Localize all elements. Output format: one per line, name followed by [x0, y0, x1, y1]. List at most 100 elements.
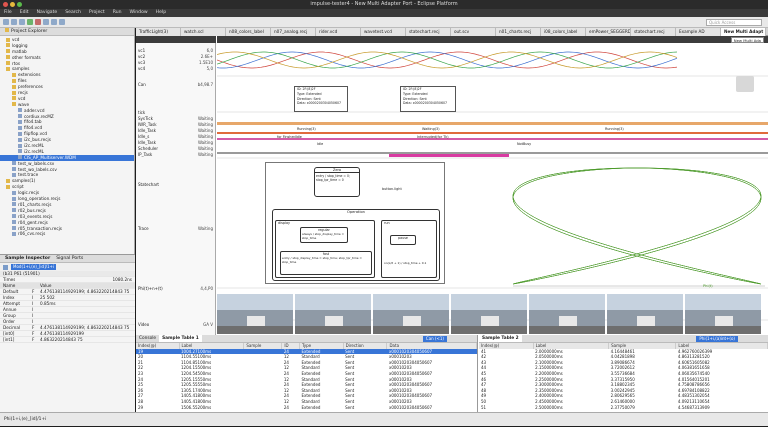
folder-icon	[12, 84, 16, 89]
close-window-button[interactable]	[3, 2, 8, 7]
editor-tab[interactable]: TrafficLight(3)	[136, 28, 181, 36]
signal-label[interactable]: vc2	[138, 54, 145, 59]
quick-access-input[interactable]: Quick Access	[706, 19, 762, 26]
signal-label[interactable]: Scheduler	[138, 146, 158, 151]
editor-tab[interactable]: n08_colors_label	[226, 28, 271, 36]
save-icon[interactable]	[11, 19, 17, 25]
run-icon[interactable]	[27, 19, 33, 25]
file-icon	[12, 208, 16, 213]
minimize-window-button[interactable]	[10, 2, 15, 7]
search-icon[interactable]	[43, 19, 49, 25]
tab-signal-ports[interactable]: Signal Ports	[56, 255, 83, 262]
editor-tab[interactable]: i08_colors_label	[541, 28, 586, 36]
editor-tab[interactable]: statechart.recj	[406, 28, 451, 36]
editor-tab[interactable]: rider.vcd	[316, 28, 361, 36]
tree-item[interactable]: r06_cvs.recjs	[0, 231, 134, 237]
signal-label[interactable]: Idle_s	[138, 134, 149, 139]
editor-tab[interactable]: out.scv	[451, 28, 496, 36]
editor-tab[interactable]: wavetest.vcd	[361, 28, 406, 36]
print-icon[interactable]	[19, 19, 25, 25]
table-row[interactable]: 23 1204.54500ms 24 Extended Sent x00010203040…	[136, 371, 477, 377]
new-icon[interactable]	[3, 19, 9, 25]
editor-tab[interactable]: watch.scl	[181, 28, 226, 36]
signal-label[interactable]: Phi(t)+n+(t)	[138, 286, 163, 291]
editor-tab[interactable]: statechart.recj	[631, 28, 676, 36]
menu-project[interactable]: Project	[89, 9, 105, 17]
table2-selector[interactable]: Phi(1+i,(a)int+(o)	[696, 335, 738, 342]
video-frame-car	[637, 316, 655, 326]
gantt-label: for FinshedIdle	[277, 135, 302, 139]
signal-label[interactable]: tick	[138, 110, 145, 115]
tab-console[interactable]: Console	[136, 335, 159, 342]
menu-file[interactable]: File	[4, 9, 12, 17]
signal-label[interactable]: Idle_Task	[138, 128, 156, 133]
file-icon	[12, 190, 16, 195]
signal-label[interactable]: SysTick	[138, 116, 153, 121]
signal-label[interactable]: IWR_Task	[138, 122, 157, 127]
menu-window[interactable]: Window	[130, 9, 148, 17]
menu-run[interactable]: Run	[113, 9, 122, 17]
folder-icon	[12, 102, 16, 107]
signal-label[interactable]: Can	[138, 82, 146, 87]
editor-tab[interactable]: n07_analog.recj	[271, 28, 316, 36]
table-cell	[244, 405, 282, 411]
forward-icon[interactable]	[59, 19, 65, 25]
table1-selector[interactable]: Can (<1)	[422, 335, 447, 342]
inspector-selector[interactable]: Mod(1+i,(e)_[id]/1+i	[11, 264, 56, 270]
pin-icon[interactable]	[3, 264, 8, 270]
editor-tab[interactable]: emPower_SEGGERD	[586, 28, 631, 36]
menu-navigate[interactable]: Navigate	[37, 9, 58, 17]
video-frame-sky	[529, 294, 605, 310]
can-box-line: Data: x0000200304050607	[297, 101, 342, 106]
plot-legend: Phi(t)	[703, 284, 713, 288]
table-row[interactable]: 25 1205.55550ms 24 Extended Sent x00010203040…	[136, 382, 477, 388]
table-cell: Extended	[301, 404, 321, 410]
signal-value: Waiting	[197, 116, 213, 121]
editor-area: TrafficLight(3) watch.scl n08_colors_label…	[136, 28, 768, 335]
tab-sample-table-1[interactable]: Sample Table 1	[159, 335, 202, 342]
editor-tab[interactable]: Example AD	[676, 28, 721, 36]
table-cell: 29	[138, 404, 144, 410]
sample-table-2: Index(@) Label Sample Label 41 2.0000000ms 4.1…	[479, 343, 768, 410]
inspector-row[interactable]: [int1] F 4.863220214843 75	[0, 337, 135, 343]
file-icon	[12, 161, 16, 166]
menu-help[interactable]: Help	[156, 9, 166, 17]
signal-label[interactable]: Statechart	[138, 182, 159, 187]
signal-label[interactable]: vc4	[138, 66, 145, 71]
menu-edit[interactable]: Edit	[20, 9, 29, 17]
video-frame-sky	[685, 294, 761, 310]
signal-label[interactable]: IP_Task	[138, 152, 152, 157]
table-cell: 2.5000000ms	[535, 404, 563, 410]
signal-value: b4,98.7	[197, 82, 213, 87]
folder-icon	[12, 96, 16, 101]
signal-label[interactable]: vc3	[138, 60, 145, 65]
file-icon	[12, 202, 16, 207]
inspector-header: (b31 P61 (51901)	[3, 271, 40, 276]
tree-item-label: wave	[18, 101, 30, 107]
gantt-bar	[217, 122, 768, 125]
maximize-window-button[interactable]	[17, 2, 22, 7]
editor-tab[interactable]: New Multi Adapt	[721, 28, 766, 36]
folder-icon	[6, 66, 10, 71]
inspector-tabs: Sample Inspector Signal Ports	[0, 255, 135, 263]
back-icon[interactable]	[51, 19, 57, 25]
signal-value: 1.5E10	[199, 60, 213, 65]
signal-label[interactable]: Video	[138, 322, 149, 327]
signal-label[interactable]: vc1	[138, 48, 145, 53]
inspector-row-flag: I	[32, 295, 34, 300]
inspector-row-value: 4.476138114929199; 4.863220214843 75	[40, 325, 130, 330]
table-row[interactable]: 29 1506.55200ms 24 Extended Sent x00010203040…	[136, 405, 477, 411]
inspector-row-name: Annue	[3, 307, 17, 312]
inspector-row-value	[40, 319, 132, 324]
editor-tab[interactable]: n01_charts.recj	[496, 28, 541, 36]
tab-sample-table-2[interactable]: Sample Table 2	[479, 335, 522, 342]
tab-sample-inspector[interactable]: Sample Inspector	[5, 255, 50, 262]
signal-label[interactable]: Idle_Task	[138, 140, 156, 145]
signal-value: Waiting	[197, 140, 213, 145]
debug-icon[interactable]	[35, 19, 41, 25]
folder-icon	[6, 43, 10, 48]
signal-label[interactable]: Trace	[138, 226, 149, 231]
can-box-line: Data: x0000200304050607	[403, 101, 448, 106]
table-row[interactable]: 51 2.5000000ms 2.37750079 4.54687313909	[479, 405, 768, 411]
menu-search[interactable]: Search	[65, 9, 81, 17]
